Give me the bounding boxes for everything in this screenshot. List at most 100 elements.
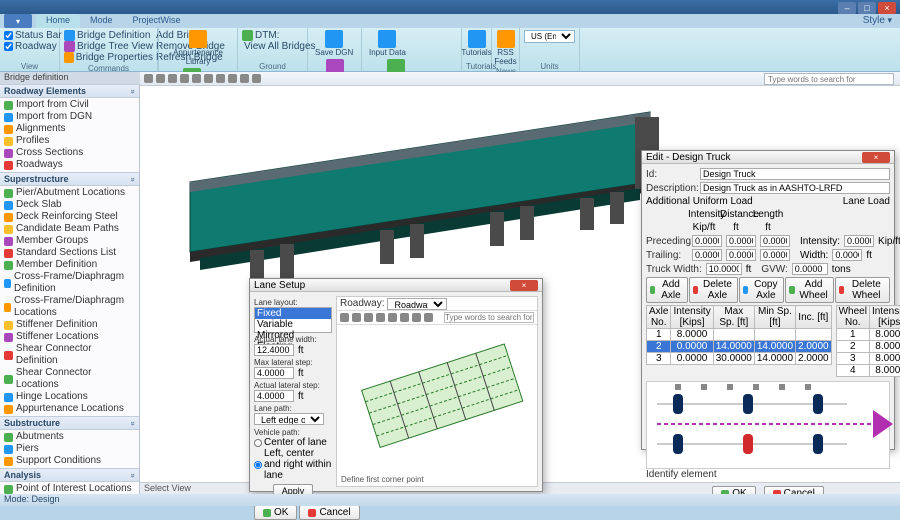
trailing-intensity-input[interactable] <box>692 249 722 261</box>
lane-tool-icon[interactable] <box>376 313 385 322</box>
tree-item[interactable]: Stiffener Locations <box>0 331 139 343</box>
edit-close-button[interactable]: × <box>862 152 890 163</box>
rss-feeds-button[interactable]: RSS Feeds <box>496 30 515 66</box>
units-select[interactable]: US (English) <box>524 30 575 43</box>
copy-axle-button[interactable]: Copy Axle <box>739 277 784 303</box>
preceding-length-input[interactable] <box>760 235 790 247</box>
panel-analysis[interactable]: Analysis <box>0 468 139 482</box>
delete-wheel-button[interactable]: Delete Wheel <box>835 277 891 303</box>
tree-item[interactable]: Cross-Frame/Diaphragm Locations <box>0 295 139 319</box>
lane-path-select[interactable]: Left edge of deck <box>254 413 324 425</box>
window-max-button[interactable]: □ <box>858 2 876 14</box>
tab-projectwise[interactable]: ProjectWise <box>123 14 191 28</box>
gvw-input[interactable] <box>792 263 828 275</box>
lcr-within-lane-radio[interactable]: Left, center and right within lane <box>254 448 332 481</box>
tree-item[interactable]: Import from DGN <box>0 111 139 123</box>
vp-tool-icon[interactable] <box>228 74 237 83</box>
truck-width-input[interactable] <box>706 263 742 275</box>
tree-item[interactable]: Profiles <box>0 135 139 147</box>
tree-item[interactable]: Stiffener Definition <box>0 319 139 331</box>
tree-item[interactable]: Point of Interest Locations <box>0 483 139 494</box>
vp-tool-icon[interactable] <box>180 74 189 83</box>
tree-item[interactable]: Deck Slab <box>0 199 139 211</box>
actual-lane-width-input[interactable] <box>254 344 294 356</box>
tree-item[interactable]: Standard Sections List <box>0 247 139 259</box>
vp-tool-icon[interactable] <box>252 74 261 83</box>
desc-input[interactable] <box>700 182 890 194</box>
vp-tool-icon[interactable] <box>168 74 177 83</box>
lane-tool-icon[interactable] <box>364 313 373 322</box>
axle-diagram[interactable] <box>646 381 890 469</box>
lane-tool-icon[interactable] <box>352 313 361 322</box>
lane-tool-icon[interactable] <box>400 313 409 322</box>
save-dgn-button[interactable]: Save DGN <box>312 30 356 57</box>
center-of-lane-radio[interactable]: Center of lane <box>254 437 332 448</box>
lane-cancel-button[interactable]: Cancel <box>299 505 359 520</box>
tree-item[interactable]: Shear Connector Definition <box>0 343 139 367</box>
wheel-table[interactable]: Wheel No.Intensity [Kips]Position [ft]18… <box>836 305 900 377</box>
lane-tool-icon[interactable] <box>424 313 433 322</box>
roadway-check[interactable]: Roadway <box>4 41 55 52</box>
dtm-dropdown[interactable]: DTM: <box>242 30 303 41</box>
tree-item[interactable]: Member Definition <box>0 259 139 271</box>
roadway-select[interactable]: Roadway 01 <box>387 298 447 310</box>
tree-item[interactable]: Abutments <box>0 431 139 443</box>
tree-item[interactable]: Member Groups <box>0 235 139 247</box>
lane-layout-list[interactable]: FixedVariableMirroredFloating <box>254 307 332 333</box>
tree-item[interactable]: Alignments <box>0 123 139 135</box>
trailing-length-input[interactable] <box>760 249 790 261</box>
lane-search-input[interactable] <box>444 312 534 323</box>
axle-table[interactable]: Axle No.Intensity [Kips]Max Sp. [ft]Min … <box>646 305 832 365</box>
panel-roadway-elements[interactable]: Roadway Elements <box>0 84 139 98</box>
tree-item[interactable]: Piers <box>0 443 139 455</box>
bridge-definition-button[interactable]: Bridge Definition <box>64 30 153 41</box>
tree-item[interactable]: Import from Civil <box>0 99 139 111</box>
ll-intensity-input[interactable] <box>844 235 874 247</box>
trailing-distance-input[interactable] <box>726 249 756 261</box>
vp-tool-icon[interactable] <box>216 74 225 83</box>
lane-tool-icon[interactable] <box>412 313 421 322</box>
viewport-search-input[interactable] <box>764 73 894 85</box>
add-wheel-button[interactable]: Add Wheel <box>785 277 833 303</box>
tree-item[interactable]: Support Conditions <box>0 455 139 467</box>
max-lateral-input[interactable] <box>254 367 294 379</box>
bridge-3d-view[interactable] <box>150 92 670 292</box>
vp-tool-icon[interactable] <box>240 74 249 83</box>
view-all-bridges-button[interactable]: View All Bridges <box>242 41 303 52</box>
tree-item[interactable]: Candidate Beam Paths <box>0 223 139 235</box>
lane-close-button[interactable]: × <box>510 280 538 291</box>
ll-width-input[interactable] <box>832 249 862 261</box>
panel-substructure[interactable]: Substructure <box>0 416 139 430</box>
add-axle-button[interactable]: Add Axle <box>646 277 688 303</box>
bridge-tree-view-button[interactable]: Bridge Tree View <box>64 41 153 52</box>
window-close-button[interactable]: × <box>878 2 896 14</box>
tree-item[interactable]: Cross-Frame/Diaphragm Definition <box>0 271 139 295</box>
id-input[interactable] <box>700 168 890 180</box>
tab-home[interactable]: Home <box>36 14 80 28</box>
preceding-distance-input[interactable] <box>726 235 756 247</box>
preceding-intensity-input[interactable] <box>692 235 722 247</box>
status-bar-check[interactable]: Status Bar <box>4 30 55 41</box>
style-dropdown[interactable]: Style ▾ <box>863 15 892 26</box>
tab-mode[interactable]: Mode <box>80 14 123 28</box>
tutorials-button[interactable]: Tutorials <box>466 30 487 57</box>
lane-ok-button[interactable]: OK <box>254 505 297 520</box>
vp-tool-icon[interactable] <box>144 74 153 83</box>
vp-tool-icon[interactable] <box>204 74 213 83</box>
vp-tool-icon[interactable] <box>192 74 201 83</box>
window-min-button[interactable]: – <box>838 2 856 14</box>
lane-tool-icon[interactable] <box>388 313 397 322</box>
lane-plan-view[interactable] <box>339 327 539 477</box>
tree-item[interactable]: Pier/Abutment Locations <box>0 187 139 199</box>
bridge-properties-button[interactable]: Bridge Properties <box>64 52 153 63</box>
input-data-button[interactable]: Input Data <box>366 30 409 57</box>
tree-item[interactable]: Roadways <box>0 159 139 171</box>
tree-item[interactable]: Cross Sections <box>0 147 139 159</box>
file-menu-button[interactable]: ▾ <box>4 14 32 28</box>
tree-item[interactable]: Shear Connector Locations <box>0 367 139 391</box>
lane-tool-icon[interactable] <box>340 313 349 322</box>
tree-item[interactable]: Appurtenance Locations <box>0 403 139 415</box>
appurtenance-library-button[interactable]: Appurtenance Library <box>163 30 233 66</box>
delete-axle-button[interactable]: Delete Axle <box>689 277 738 303</box>
actual-lateral-input[interactable] <box>254 390 294 402</box>
